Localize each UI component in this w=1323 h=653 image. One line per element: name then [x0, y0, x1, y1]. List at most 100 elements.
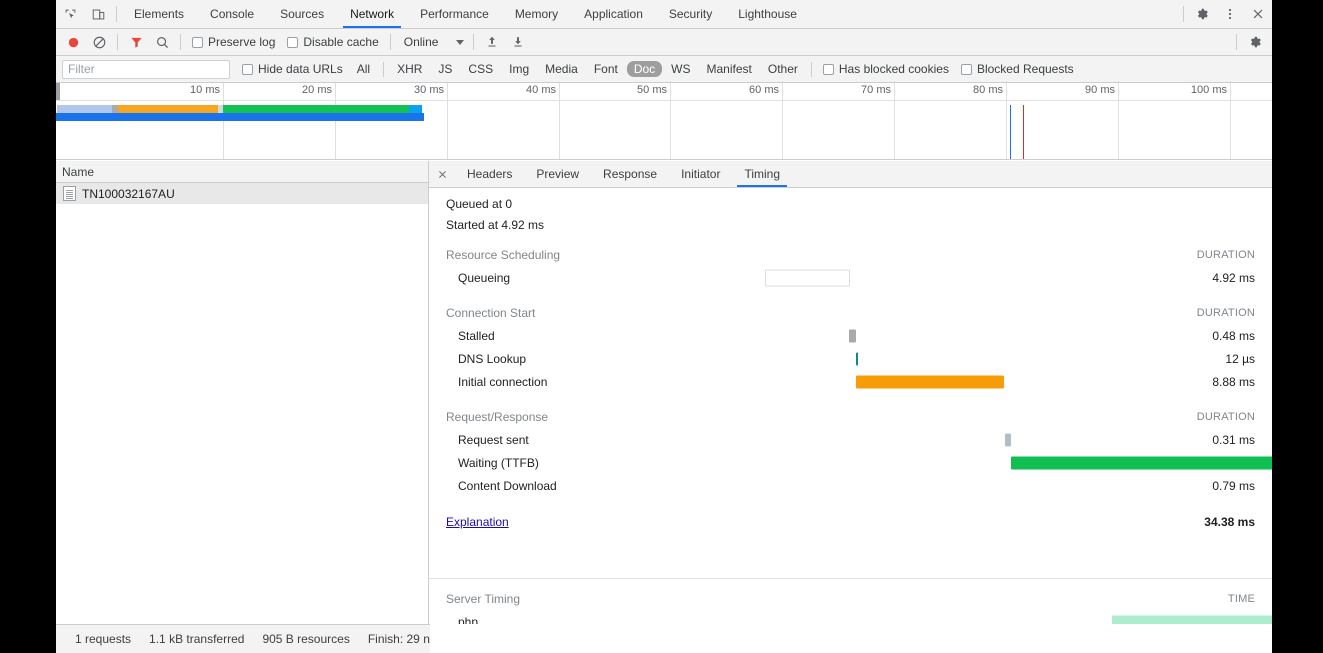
- tab-response[interactable]: Response: [591, 161, 669, 187]
- tab-lighthouse[interactable]: Lighthouse: [725, 0, 810, 28]
- timing-row-value: 0.48 ms: [1212, 328, 1255, 343]
- filter-type-other[interactable]: Other: [761, 61, 805, 77]
- overview-tick: 70 ms: [861, 83, 895, 159]
- network-overview-timeline[interactable]: 10 ms 20 ms 30 ms 40 ms 50 ms 60 ms 70 ms 80 ms…: [56, 83, 1272, 160]
- request-list-header[interactable]: Name: [56, 161, 428, 183]
- tab-label: Performance: [420, 7, 489, 21]
- status-resources: 905 B resources: [262, 632, 350, 646]
- hide-data-urls-checkbox[interactable]: Hide data URLs: [236, 62, 349, 76]
- filter-type-doc[interactable]: Doc: [626, 61, 663, 77]
- filter-type-ws[interactable]: WS: [664, 61, 697, 77]
- tab-initiator[interactable]: Initiator: [669, 161, 732, 187]
- timing-row-bar-cell: [599, 266, 850, 289]
- filter-type-all[interactable]: All: [350, 61, 377, 77]
- filter-type-label: All: [356, 62, 371, 76]
- tab-application[interactable]: Application: [571, 0, 656, 28]
- close-icon[interactable]: [1244, 0, 1272, 28]
- filter-type-label: Img: [509, 62, 530, 76]
- has-blocked-cookies-box: [822, 63, 834, 75]
- network-filterbar: Filter Hide data URLs All XHR JS CSS Img…: [56, 56, 1272, 83]
- filter-type-css[interactable]: CSS: [461, 61, 500, 77]
- request-row-tn100032167au[interactable]: TN100032167AU: [56, 183, 428, 204]
- timing-row-stalled: Stalled 0.48 ms: [429, 324, 1272, 347]
- timing-row-label: Waiting (TTFB): [458, 455, 539, 470]
- timing-panel: Queued at 0 Started at 4.92 ms Resource …: [429, 188, 1272, 624]
- timing-row-value: 0.31 ms: [1212, 432, 1255, 447]
- overview-tick-label: 90 ms: [1085, 84, 1115, 96]
- explanation-link[interactable]: Explanation: [429, 497, 599, 530]
- clear-icon[interactable]: [86, 30, 112, 54]
- tab-network[interactable]: Network: [337, 0, 407, 28]
- kebab-menu-icon[interactable]: [1216, 0, 1244, 28]
- filter-type-font[interactable]: Font: [587, 61, 625, 77]
- overview-ruler: 10 ms 20 ms 30 ms 40 ms 50 ms 60 ms 70 ms 80 ms…: [56, 83, 1272, 159]
- preserve-log-checkbox[interactable]: Preserve log: [186, 35, 281, 49]
- queued-at-text: Queued at 0: [446, 197, 513, 211]
- overview-tick-label: 50 ms: [637, 84, 667, 96]
- timing-row-bar-cell: [599, 451, 1272, 474]
- timing-bar-initial-connection: [856, 375, 1004, 388]
- tab-elements[interactable]: Elements: [121, 0, 197, 28]
- filter-funnel-icon[interactable]: [123, 30, 149, 54]
- import-har-icon[interactable]: [479, 30, 505, 54]
- tab-security[interactable]: Security: [656, 0, 725, 28]
- started-at-text: Started at 4.92 ms: [446, 218, 545, 232]
- status-finish: Finish: 29 n: [367, 632, 430, 646]
- hide-data-urls-box: [242, 63, 253, 75]
- group-title: Connection Start: [446, 306, 536, 320]
- toolbar-divider-4: [473, 34, 475, 50]
- has-blocked-cookies-checkbox[interactable]: Has blocked cookies: [817, 62, 955, 76]
- timing-row-bar-cell: [599, 428, 1011, 451]
- detail-tab-label: Initiator: [681, 167, 721, 181]
- timing-row-bar-cell: [599, 347, 858, 370]
- tab-console[interactable]: Console: [197, 0, 267, 28]
- blocked-requests-checkbox[interactable]: Blocked Requests: [955, 62, 1080, 76]
- filter-type-label: WS: [671, 62, 691, 76]
- inspect-cursor-icon[interactable]: [56, 0, 84, 28]
- timing-breakdown-table: Resource Scheduling DURATION Queueing 4.…: [429, 244, 1272, 530]
- tab-timing[interactable]: Timing: [732, 161, 792, 187]
- column-header-name: Name: [62, 164, 95, 179]
- timing-row-waiting-ttfb: Waiting (TTFB) 18.85 ms: [429, 451, 1272, 474]
- filter-type-manifest[interactable]: Manifest: [700, 61, 759, 77]
- toolbar-divider: [117, 34, 118, 50]
- export-har-icon[interactable]: [505, 30, 531, 54]
- group-title: Resource Scheduling: [446, 248, 561, 262]
- filter-type-img[interactable]: Img: [502, 61, 536, 77]
- request-detail-panel: Headers Preview Response Initiator Timin…: [429, 161, 1272, 624]
- timing-group-header: Request/Response DURATION: [429, 406, 1272, 428]
- tab-preview[interactable]: Preview: [524, 161, 591, 187]
- status-requests-count: 1 requests: [75, 632, 132, 646]
- throttling-select[interactable]: Online: [396, 35, 469, 49]
- filter-type-xhr[interactable]: XHR: [390, 61, 429, 77]
- timing-row-content-download: Content Download 0.79 ms: [429, 474, 1272, 497]
- filter-type-label: Media: [545, 62, 578, 76]
- tab-sources[interactable]: Sources: [267, 0, 337, 28]
- close-icon[interactable]: [429, 161, 455, 187]
- disable-cache-checkbox[interactable]: Disable cache: [281, 35, 384, 49]
- overview-tick: 20 ms: [302, 83, 336, 159]
- tab-performance[interactable]: Performance: [407, 0, 502, 28]
- group-duration-header: DURATION: [1196, 307, 1255, 319]
- filter-input[interactable]: Filter: [62, 59, 230, 79]
- tab-headers[interactable]: Headers: [455, 161, 524, 187]
- timing-bar-queueing: [765, 269, 850, 286]
- device-toolbar-icon[interactable]: [84, 0, 112, 28]
- filter-type-js[interactable]: JS: [431, 61, 459, 77]
- search-icon[interactable]: [149, 30, 175, 54]
- filter-placeholder: Filter: [68, 62, 95, 76]
- tab-memory[interactable]: Memory: [502, 0, 571, 28]
- throttling-value: Online: [403, 35, 439, 49]
- detail-tab-label: Timing: [744, 167, 781, 181]
- filter-type-media[interactable]: Media: [538, 61, 585, 77]
- toolbar-divider-2: [180, 34, 181, 50]
- overview-tick: 40 ms: [526, 83, 560, 159]
- network-settings-gear-icon[interactable]: [1242, 30, 1268, 54]
- overview-tick-label: 40 ms: [526, 84, 556, 96]
- overview-tick: 50 ms: [637, 83, 671, 159]
- gear-icon[interactable]: [1188, 0, 1216, 28]
- record-button-icon[interactable]: [60, 30, 86, 54]
- timing-row-bar-cell: [599, 474, 616, 497]
- overview-tick-label: 20 ms: [302, 84, 332, 96]
- tab-label: Application: [584, 7, 643, 21]
